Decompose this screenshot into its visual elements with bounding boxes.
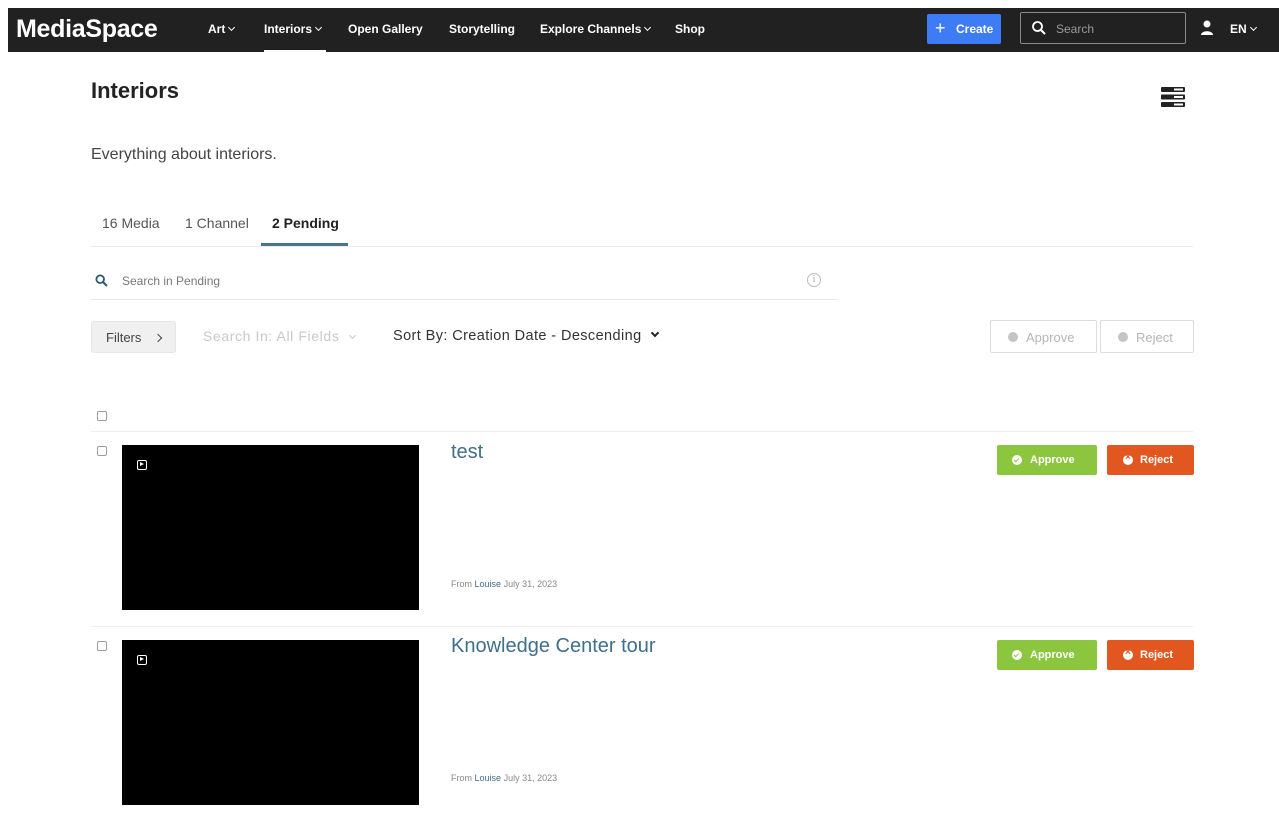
tab-media[interactable]: 16 Media	[102, 215, 160, 231]
approve-button-label: Approve	[1030, 649, 1075, 661]
plus-icon: +	[935, 18, 946, 38]
author-link[interactable]: Louise	[475, 579, 502, 589]
filters-button-label: Filters	[106, 330, 142, 345]
entry-thumbnail[interactable]	[122, 640, 419, 805]
list-divider	[91, 431, 1193, 432]
page-title: Interiors	[91, 78, 180, 103]
language-selector[interactable]: EN	[1230, 22, 1257, 36]
entry-thumbnail[interactable]	[122, 445, 419, 610]
x-circle-icon	[1123, 452, 1133, 465]
entry-checkbox[interactable]	[97, 641, 107, 651]
search-placeholder: Search	[1056, 22, 1095, 36]
pending-search-placeholder: Search in Pending	[122, 274, 221, 288]
nav-item-interiors[interactable]: Interiors	[264, 22, 323, 36]
nav-item-label: Art	[208, 22, 226, 36]
nav-item-label: Open Gallery	[348, 22, 423, 36]
search-in-dropdown[interactable]: Search In: All Fields	[203, 328, 357, 344]
search-in-label: Search In: All Fields	[203, 328, 340, 344]
nav-item-storytelling[interactable]: Storytelling	[449, 22, 515, 36]
sort-by-label: Sort By: Creation Date - Descending	[393, 328, 642, 344]
chevron-down-icon	[349, 331, 357, 340]
reject-button[interactable]: Reject	[1107, 640, 1194, 670]
chevron-right-icon	[153, 333, 163, 343]
approve-button[interactable]: Approve	[997, 640, 1097, 670]
nav-item-label: Shop	[675, 22, 705, 36]
entry-meta: From Louise July 31, 2023	[451, 579, 557, 589]
bulk-reject-button[interactable]: Reject	[1100, 320, 1194, 353]
chevron-down-icon	[228, 23, 236, 32]
nav-item-art[interactable]: Art	[208, 22, 236, 36]
entry-date: July 31, 2023	[503, 579, 558, 589]
x-circle-icon	[1123, 647, 1133, 660]
filters-button[interactable]: Filters	[91, 321, 176, 353]
reject-button-label: Reject	[1140, 454, 1174, 466]
approve-button-label: Approve	[1030, 454, 1075, 466]
list-divider	[91, 626, 1193, 627]
create-button-label: Create	[956, 22, 994, 36]
active-tab-underline	[261, 243, 348, 246]
chevron-down-icon	[1249, 23, 1257, 32]
channel-tabs: 16 Media 1 Channel 2 Pending	[91, 213, 1193, 247]
check-circle-icon	[1008, 332, 1018, 342]
author-link[interactable]: Louise	[475, 773, 502, 783]
select-all-checkbox[interactable]	[97, 411, 107, 421]
reject-button[interactable]: Reject	[1107, 445, 1194, 475]
global-search-input[interactable]: Search	[1020, 12, 1186, 44]
nav-item-shop[interactable]: Shop	[675, 22, 705, 36]
nav-item-open-gallery[interactable]: Open Gallery	[348, 22, 423, 36]
approve-button[interactable]: Approve	[997, 445, 1097, 475]
bulk-approve-label: Approve	[1026, 330, 1075, 345]
from-label: From	[451, 773, 472, 783]
active-nav-underline	[264, 50, 326, 53]
chevron-down-icon	[644, 23, 652, 32]
reject-button-label: Reject	[1140, 649, 1174, 661]
video-icon	[137, 460, 147, 470]
nav-item-label: Explore Channels	[540, 22, 642, 36]
top-nav-bar: MediaSpace Art Interiors Open Gallery St…	[8, 8, 1279, 53]
chevron-down-icon	[650, 328, 659, 338]
search-icon	[1032, 21, 1046, 35]
from-label: From	[451, 579, 472, 589]
entry-checkbox[interactable]	[97, 446, 107, 456]
nav-item-label: Interiors	[264, 22, 313, 36]
x-circle-icon	[1118, 332, 1128, 342]
sort-by-dropdown[interactable]: Sort By: Creation Date - Descending	[393, 328, 659, 344]
view-toggle-icon[interactable]	[1160, 86, 1186, 108]
info-icon[interactable]: i	[807, 273, 821, 287]
tab-pending[interactable]: 2 Pending	[272, 215, 339, 231]
pending-search-input[interactable]: Search in Pending i	[91, 262, 838, 300]
check-circle-icon	[1012, 455, 1022, 465]
language-label: EN	[1230, 22, 1247, 36]
mediaspace-logo[interactable]: MediaSpace	[16, 15, 158, 44]
bulk-reject-label: Reject	[1136, 330, 1173, 345]
check-circle-icon	[1012, 650, 1022, 660]
nav-item-label: Storytelling	[449, 22, 516, 36]
create-button[interactable]: + Create	[927, 14, 1001, 44]
entry-date: July 31, 2023	[503, 773, 558, 783]
page-description: Everything about interiors.	[91, 146, 277, 163]
entry-title-link[interactable]: test	[451, 441, 483, 464]
bulk-approve-button[interactable]: Approve	[990, 320, 1097, 353]
video-icon	[137, 655, 147, 665]
chevron-down-icon	[314, 23, 323, 32]
search-icon	[95, 274, 108, 287]
nav-item-explore-channels[interactable]: Explore Channels	[540, 22, 652, 36]
user-icon[interactable]	[1200, 19, 1214, 37]
entry-meta: From Louise July 31, 2023	[451, 773, 557, 783]
tab-channel[interactable]: 1 Channel	[185, 215, 249, 231]
entry-title-link[interactable]: Knowledge Center tour	[451, 635, 656, 658]
